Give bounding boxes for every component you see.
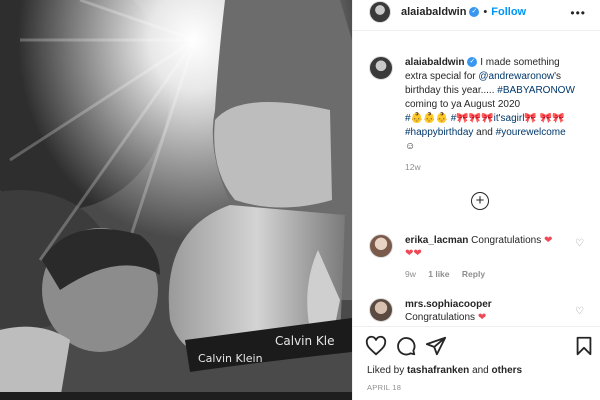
caption-username[interactable]: alaiabaldwin [405,57,464,68]
commenter-avatar[interactable] [369,234,393,258]
commenter-username[interactable]: erika_lacman [405,235,468,246]
caption-smile: ☺ [405,141,416,152]
comment-text: Congratulations [471,235,542,246]
comment-like-heart-icon[interactable]: ♡ [575,238,584,249]
hashtag-yourewelcome[interactable]: #yourewelcome [496,127,566,138]
liked-by-others[interactable]: others [492,365,523,376]
post-photo-drawing: Calvin Klein Calvin Kle [0,0,352,400]
author-avatar[interactable] [369,1,391,23]
comment-likes[interactable]: 1 like [428,269,449,279]
comment-body: erika_lacman Congratulations ❤ ❤❤ 9w 1 l… [405,234,575,281]
comment-heart-emoji: ❤ [477,312,487,323]
comment-item: mrs.sophiacooper Congratulations ❤ [369,298,589,324]
comment-time[interactable]: 9w [405,269,416,279]
load-more-comments-icon[interactable]: + [471,192,489,210]
post-action-bar: Liked by tashafranken and others APRIL 1… [353,326,600,400]
more-options-icon[interactable]: ••• [570,6,586,20]
caption-and: and [476,127,493,138]
commenter-username[interactable]: mrs.sophiacooper [405,299,492,310]
comment-heart-emoji-line: ❤❤ [405,248,422,259]
comment-reply-button[interactable]: Reply [462,269,485,279]
header-separator: • [483,6,488,18]
waistband-brand-2: Calvin Kle [275,334,335,348]
liked-by-prefix: Liked by [367,365,405,376]
caption-avatar[interactable] [369,56,393,80]
post-side-panel: alaiabaldwin ✓ • Follow ••• alaiabaldwin… [352,0,600,400]
like-heart-icon[interactable] [365,335,387,357]
comment-like-heart-icon[interactable]: ♡ [575,306,584,317]
liked-by-text: Liked by tashafranken and others [367,365,522,376]
liked-by-user[interactable]: tashafranken [407,365,469,376]
post-photo[interactable]: Calvin Klein Calvin Kle [0,0,352,400]
post-caption: alaiabaldwin ✓ I made something extra spe… [369,56,589,154]
commenter-avatar[interactable] [369,298,393,322]
comment-item: erika_lacman Congratulations ❤ ❤❤ 9w 1 l… [369,234,589,281]
caption-line-3: coming to ya August 2020 [405,99,521,110]
header-divider [353,30,600,31]
comment-body: mrs.sophiacooper Congratulations ❤ [405,298,575,324]
post-header: alaiabaldwin ✓ • Follow [353,0,600,24]
waistband-brand-1: Calvin Klein [198,352,263,365]
save-bookmark-icon[interactable] [573,335,595,357]
caption-text: alaiabaldwin ✓ I made something extra spe… [405,56,575,154]
verified-badge-icon: ✓ [469,7,480,17]
hashtag-babyaronow[interactable]: #BABYARONOW [497,85,575,96]
follow-button[interactable]: Follow [491,6,526,18]
caption-emoji-line[interactable]: #👶👶👶 #🎀🎀🎀it'sagirl🎀 🎀🎀 [405,113,565,124]
comment-bubble-icon[interactable] [395,335,417,357]
author-username[interactable]: alaiabaldwin [401,6,466,18]
mention-link[interactable]: @andrewaronow [478,71,554,82]
comment-text: Congratulations [405,312,476,323]
share-paper-plane-icon[interactable] [425,335,447,357]
liked-by-and: and [472,365,489,376]
hashtag-happybirthday[interactable]: #happybirthday [405,127,473,138]
comment-meta: 9w 1 like Reply [405,268,575,281]
comment-heart-emoji: ❤ [544,235,553,246]
caption-timestamp[interactable]: 12w [405,162,421,172]
caption-verified-badge-icon: ✓ [467,57,478,68]
post-date[interactable]: APRIL 18 [367,383,401,392]
